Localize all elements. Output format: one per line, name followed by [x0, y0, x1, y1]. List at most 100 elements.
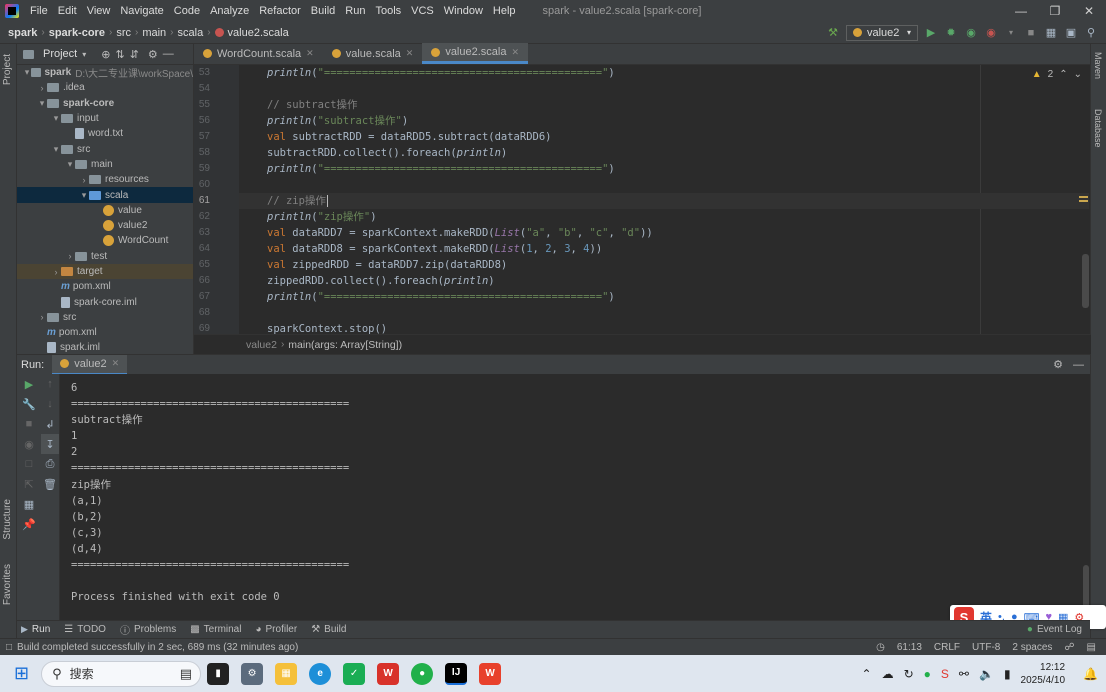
code-editor[interactable]: println("===============================…	[239, 65, 1089, 334]
tree-item-value2[interactable]: value2	[17, 218, 193, 233]
tab-todo[interactable]: ☰ TODO	[64, 624, 106, 635]
close-tab-icon[interactable]: ✕	[306, 48, 314, 59]
tray-volume-icon[interactable]: 🔈	[979, 667, 994, 681]
close-tab-icon[interactable]: ✕	[112, 358, 120, 369]
tree-item-spark-core[interactable]: ▾ spark-core	[17, 96, 193, 111]
tab-wordcount-scala[interactable]: WordCount.scala ✕	[194, 43, 323, 64]
line-number[interactable]: 53	[194, 65, 239, 81]
tray-wechat-icon[interactable]: ●	[924, 667, 931, 681]
status-message[interactable]: Build completed successfully in 2 sec, 6…	[17, 642, 298, 653]
line-number[interactable]: 61	[194, 193, 239, 209]
run-config-selector[interactable]: value2 ▾	[846, 24, 918, 41]
gear-icon[interactable]: ⚙	[1053, 358, 1063, 371]
inspection-widget[interactable]: ▲ 2 ⌃ ⌄	[1032, 69, 1082, 80]
breadcrumb-src[interactable]: src	[116, 27, 131, 39]
line-number[interactable]: 65	[194, 257, 239, 273]
export-icon[interactable]: ⇱	[17, 474, 41, 494]
indent-setting[interactable]: 2 spaces	[1012, 642, 1052, 653]
coverage-icon[interactable]: ◉	[964, 26, 978, 40]
tab-maven[interactable]: Maven	[1093, 52, 1103, 79]
breadcrumb-spark[interactable]: spark	[8, 27, 37, 39]
menu-file[interactable]: File	[25, 0, 53, 22]
stop-icon[interactable]: ■	[1024, 26, 1038, 40]
menu-run[interactable]: Run	[340, 0, 370, 22]
tree-item-src[interactable]: › src	[17, 310, 193, 325]
soft-wrap-icon[interactable]: ↲	[41, 414, 59, 434]
menu-edit[interactable]: Edit	[53, 0, 82, 22]
tree-item-spark-core-iml[interactable]: spark-core.iml	[17, 294, 193, 309]
minimize-icon[interactable]: —	[1004, 4, 1038, 18]
tree-item-pom-xml[interactable]: m pom.xml	[17, 325, 193, 340]
tree-item-main[interactable]: ▾ main	[17, 157, 193, 172]
menu-view[interactable]: View	[82, 0, 116, 22]
hide-panel-icon[interactable]: —	[1073, 359, 1084, 371]
wechat-work-icon[interactable]: ✓	[343, 662, 366, 685]
tree-item-target[interactable]: › target	[17, 263, 193, 280]
chevron-up-icon[interactable]: ⌃	[1059, 69, 1067, 80]
line-number[interactable]: 58	[194, 145, 239, 161]
project-structure-icon[interactable]: ▦	[1044, 26, 1058, 40]
tray-cloud-icon[interactable]: ☁	[882, 667, 894, 681]
stop-icon[interactable]: ■	[17, 414, 41, 434]
edge-browser-icon[interactable]: e	[309, 662, 332, 685]
line-separator[interactable]: CRLF	[934, 642, 960, 653]
line-number[interactable]: 54	[194, 81, 239, 97]
tree-item--idea[interactable]: › .idea	[17, 80, 193, 95]
settings-app-icon[interactable]: ⚙	[241, 662, 264, 685]
tree-item-value[interactable]: value	[17, 203, 193, 218]
tree-item-input[interactable]: ▾ input	[17, 111, 193, 126]
chevron-down-icon[interactable]: ▾	[51, 144, 61, 155]
tab-event-log[interactable]: ● Event Log	[1027, 624, 1082, 635]
tree-item-src[interactable]: ▾ src	[17, 141, 193, 156]
menu-refactor[interactable]: Refactor	[254, 0, 306, 22]
tray-sogou-icon[interactable]: S	[941, 667, 949, 681]
profile-icon[interactable]: ◉	[984, 26, 998, 40]
pin-icon[interactable]: 📌	[17, 514, 41, 534]
menu-build[interactable]: Build	[306, 0, 340, 22]
line-number[interactable]: 60	[194, 177, 239, 193]
tree-item-test[interactable]: › test	[17, 249, 193, 264]
line-number[interactable]: 64	[194, 241, 239, 257]
tab-problems[interactable]: ⓘ Problems	[120, 622, 176, 637]
wps-office-icon[interactable]: W	[479, 662, 502, 685]
gear-icon[interactable]: ⚙	[148, 48, 158, 61]
restore-layout-icon[interactable]: □	[17, 454, 41, 474]
wechat-icon[interactable]: ●	[411, 662, 434, 685]
tree-item-resources[interactable]: › resources	[17, 172, 193, 187]
layout-icon[interactable]: ▦	[17, 494, 41, 514]
tree-item-word-txt[interactable]: word.txt	[17, 126, 193, 141]
menu-analyze[interactable]: Analyze	[205, 0, 254, 22]
tree-item-wordcount[interactable]: WordCount	[17, 233, 193, 248]
line-number[interactable]: 62	[194, 209, 239, 225]
menu-help[interactable]: Help	[488, 0, 521, 22]
tab-run[interactable]: ▶ Run	[21, 624, 50, 635]
line-number[interactable]: 57	[194, 129, 239, 145]
trash-icon[interactable]: 🗑	[41, 474, 59, 494]
tray-battery-icon[interactable]: ▮	[1004, 667, 1011, 681]
menu-vcs[interactable]: VCS	[406, 0, 439, 22]
tree-item-spark-iml[interactable]: spark.iml	[17, 340, 193, 354]
task-view-icon[interactable]: ▮	[207, 662, 230, 685]
breadcrumb-scala[interactable]: scala	[178, 27, 204, 39]
taskbar-search[interactable]: ⚲ 搜索 ▤	[41, 660, 202, 687]
close-tab-icon[interactable]: ✕	[406, 48, 414, 59]
chevron-down-icon[interactable]: ▾	[23, 67, 31, 78]
tray-sync-icon[interactable]: ↻	[904, 667, 914, 681]
chevron-down-icon[interactable]: ▾	[37, 98, 47, 109]
chevron-down-icon[interactable]: ⌄	[1074, 69, 1082, 80]
arrow-up-icon[interactable]: ↑	[41, 374, 59, 394]
close-icon[interactable]: ✕	[1072, 4, 1106, 18]
chevron-right-icon[interactable]: ›	[79, 175, 89, 185]
tab-value2-scala[interactable]: value2.scala ✕	[422, 43, 529, 64]
notification-bell-icon[interactable]: 🔔	[1083, 667, 1098, 681]
wps-icon[interactable]: W	[377, 662, 400, 685]
hammer-build-icon[interactable]: ⚒	[826, 26, 840, 40]
chevron-right-icon[interactable]: ›	[51, 267, 61, 277]
tab-profiler[interactable]: ◕ Profiler	[255, 624, 297, 635]
menu-navigate[interactable]: Navigate	[115, 0, 168, 22]
run-tab-value2[interactable]: value2 ✕	[52, 354, 128, 375]
tab-favorites[interactable]: Favorites	[2, 564, 13, 605]
tab-database[interactable]: Database	[1093, 109, 1103, 148]
breadcrumb-method[interactable]: main(args: Array[String])	[288, 339, 402, 351]
line-number[interactable]: 68	[194, 305, 239, 321]
